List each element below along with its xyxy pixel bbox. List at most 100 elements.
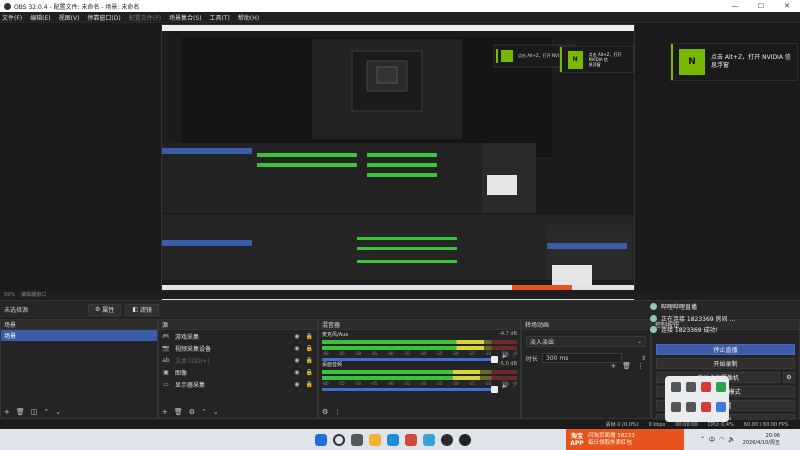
source-item[interactable]: 🎮 游戏采集 ◉ 🔒 [159, 330, 317, 342]
clock[interactable]: 20:06 2026/4/10/周五 [743, 433, 780, 447]
nvidia-notification-small[interactable]: N 点击 Alt+Z，打开 NVIDIA 信息浮窗 [559, 46, 634, 73]
nvidia-notification[interactable]: N 点击 Alt+Z，打开 NVIDIA 信 息浮窗 [670, 43, 798, 81]
add-icon[interactable]: + [4, 408, 10, 416]
app-icon[interactable] [423, 433, 435, 446]
start-recording-button[interactable]: 开始录制 [656, 358, 795, 369]
taskbar: 淘宝 APP 闪淘页面搜 18233 每日领取外卖红包 ⌃ 中 ◠ 🔈 20:06 2… [0, 429, 800, 450]
menu-docks[interactable]: 停靠窗口(D) [87, 13, 120, 22]
tray-app-icon[interactable] [701, 401, 711, 412]
add-icon[interactable]: + [162, 408, 168, 416]
menu-bar: 文件(F) 编辑(E) 视图(V) 停靠窗口(D) 配置文件(P) 场景集合(S… [0, 12, 800, 23]
tray-app-icon[interactable] [686, 401, 696, 412]
nvidia-icon: N [567, 50, 583, 69]
tray-app-icon[interactable] [716, 382, 726, 392]
eye-icon[interactable]: ◉ [294, 381, 299, 388]
menu-tools[interactable]: 工具(T) [210, 13, 230, 22]
tray-overflow-popup[interactable] [665, 376, 729, 422]
menu-profile[interactable]: 配置文件(P) [129, 13, 161, 22]
trash-icon[interactable]: 🗑 [622, 362, 631, 370]
move-down-icon[interactable]: ⌄ [213, 408, 219, 416]
edge-browser-icon[interactable] [387, 433, 399, 446]
volume-icon[interactable]: 🔈 [728, 436, 735, 443]
volume-slider[interactable] [322, 386, 498, 393]
slider-handle[interactable] [490, 386, 498, 393]
properties-button[interactable]: ⚙ 属性 [88, 303, 122, 316]
filter-icon[interactable]: ◫ [31, 408, 38, 416]
meter-level [322, 346, 484, 350]
mixer-header: 混音器 [319, 320, 520, 330]
source-item[interactable]: 📷 视频采集设备 ◉ 🔒 [159, 342, 317, 354]
move-up-icon[interactable]: ⌃ [43, 408, 49, 416]
lock-icon[interactable]: 🔒 [306, 345, 313, 352]
move-down-icon[interactable]: ⌄ [55, 408, 61, 416]
menu-help[interactable]: 帮助(H) [238, 13, 259, 22]
tray-app-icon[interactable] [671, 382, 681, 392]
preview-area[interactable]: 点击 Alt+Z，打开 NVIDIA 信息浮窗 N 点击 Alt+Z，打开 NV… [0, 23, 800, 313]
add-icon[interactable]: + [610, 362, 616, 370]
tray-app-icon[interactable] [716, 401, 726, 412]
lock-icon[interactable]: 🔒 [306, 369, 313, 376]
volume-meter [322, 340, 517, 344]
filters-button[interactable]: ◧ 滤镜 [125, 303, 159, 316]
scenes-footer: + 🗑 ◫ ⌃ ⌄ [1, 406, 157, 418]
meter-tick-label: -20 [452, 381, 459, 386]
lock-icon[interactable]: 🔒 [306, 357, 313, 364]
obs-icon[interactable] [441, 433, 453, 446]
scenes-header: 场景 [1, 320, 157, 330]
minimize-icon[interactable]: — [722, 0, 748, 12]
tray-app-icon[interactable] [701, 382, 711, 392]
more-icon[interactable]: ⋮ [334, 408, 341, 416]
obs-icon[interactable] [459, 433, 471, 446]
more-icon[interactable]: ⋮ [637, 362, 644, 370]
source-item[interactable]: ▣ 图像 ◉ 🔒 [159, 366, 317, 378]
more-icon[interactable]: ⋮ [511, 382, 517, 389]
channel-db: -4.7 dB [499, 331, 517, 337]
eye-icon[interactable]: ◉ [294, 345, 299, 352]
gear-icon[interactable]: ⚙ [322, 408, 328, 416]
app-icon[interactable] [405, 433, 417, 446]
eye-icon[interactable]: ◉ [294, 333, 299, 340]
chevron-up-icon[interactable]: ⌃ [700, 436, 705, 443]
source-item[interactable]: ab 文本 (GDI+) ◉ 🔒 [159, 354, 317, 366]
trash-icon[interactable]: 🗑 [174, 408, 183, 416]
meter-tick-label: -15 [468, 381, 475, 386]
gear-icon[interactable]: ⚙ [189, 408, 195, 416]
maximize-icon[interactable]: ☐ [748, 0, 774, 12]
move-up-icon[interactable]: ⌃ [201, 408, 207, 416]
scene-list-item[interactable]: 场景 [1, 330, 157, 341]
mixer-dock: 混音器 麦克风/Aux -4.7 dB -60 -55 -50 -45 -40 -35 -30 -… [318, 319, 521, 419]
ime-indicator[interactable]: 中 [709, 435, 715, 444]
menu-file[interactable]: 文件(F) [2, 13, 22, 22]
source-item[interactable]: ▭ 显示器采集 ◉ 🔒 [159, 378, 317, 390]
speaker-icon[interactable]: 🔊 [502, 352, 509, 359]
menu-view[interactable]: 视图(V) [59, 13, 80, 22]
lock-icon[interactable]: 🔒 [306, 333, 313, 340]
taobao-ad-banner[interactable]: 淘宝 APP 闪淘页面搜 18233 每日领取外卖红包 [566, 429, 684, 450]
zoom-level[interactable]: 59% [4, 292, 15, 298]
windows-start-icon[interactable] [315, 433, 327, 446]
stepper-icon[interactable]: ⇕ [641, 355, 646, 362]
gear-icon[interactable]: ⚙ [783, 372, 795, 383]
menu-edit[interactable]: 编辑(E) [30, 13, 50, 22]
eye-icon[interactable]: ◉ [294, 357, 299, 364]
task-view-icon[interactable] [351, 433, 363, 446]
more-icon[interactable]: ⋮ [511, 352, 517, 359]
transition-select[interactable]: 淡入淡出 ⌄ [526, 336, 646, 347]
eye-icon[interactable]: ◉ [294, 369, 299, 376]
wifi-icon[interactable]: ◠ [719, 436, 724, 443]
editor-window-label[interactable]: 编辑器窗口 [21, 291, 46, 298]
lock-icon[interactable]: 🔒 [306, 381, 313, 388]
file-explorer-icon[interactable] [369, 433, 381, 446]
menu-scene-collection[interactable]: 场景集合(S) [169, 13, 202, 22]
close-icon[interactable]: ✕ [774, 0, 800, 12]
tray-app-icon[interactable] [686, 382, 696, 392]
tray-app-icon[interactable] [671, 401, 681, 412]
meter-tick-label: -55 [338, 381, 345, 386]
meter-tick-label: -40 [387, 351, 394, 356]
stop-stream-button[interactable]: 停止直播 [656, 344, 795, 355]
search-icon[interactable] [333, 433, 345, 446]
meter-tick-label: -60 [322, 381, 329, 386]
speaker-icon[interactable]: 🔊 [502, 382, 509, 389]
toast-connecting: 正在连接 1823369 房间 ... [650, 314, 735, 323]
trash-icon[interactable]: 🗑 [16, 408, 25, 416]
